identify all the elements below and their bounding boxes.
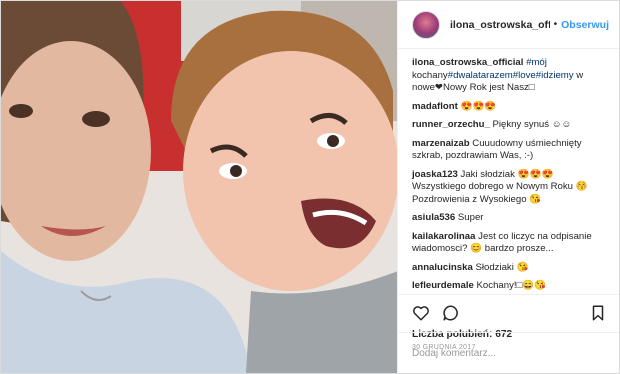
photo-illustration: [1, 1, 397, 373]
comment-user[interactable]: marzenaizab: [412, 138, 470, 149]
comment-icon[interactable]: [442, 304, 460, 322]
post-photo[interactable]: [1, 1, 397, 373]
caption-text: kochany: [412, 69, 448, 81]
comment-user[interactable]: annalucinska: [412, 262, 473, 273]
avatar[interactable]: [412, 10, 440, 39]
follow-button[interactable]: Obserwuj: [561, 19, 609, 31]
comment: lefleurdemale Kochany!□😄😘: [412, 280, 607, 293]
comment: joaska123 Jaki słodziak 😍😍😍 Wszystkiego …: [412, 169, 607, 207]
comment-user[interactable]: runner_orzechu_: [412, 119, 490, 130]
caption: ilona_ostrowska_official #mój kochany#dw…: [412, 57, 607, 95]
hashtag[interactable]: #love: [513, 70, 536, 81]
instagram-post: ilona_ostrowska_offici • Obserwuj ilona_…: [0, 0, 620, 374]
separator: •: [553, 19, 558, 31]
comment: asiula536 Super: [412, 212, 607, 225]
post-author[interactable]: ilona_ostrowska_offici: [450, 19, 550, 31]
comment-text: 😍😍😍: [460, 100, 497, 112]
comment-user[interactable]: ilona_ostrowska_official: [412, 57, 523, 68]
comment: kailakarolinaa Jest co liczyc na odpisan…: [412, 231, 607, 256]
hashtag[interactable]: #mój: [526, 57, 547, 68]
heart-icon[interactable]: [412, 304, 430, 322]
comment-text: Kochany!□😄😘: [476, 280, 547, 292]
comment: annalucinska Słodziaki 😘: [412, 262, 607, 275]
comment-user[interactable]: joaska123: [412, 169, 458, 180]
add-comment-input[interactable]: Dodaj komentarz...: [398, 332, 619, 373]
hashtag[interactable]: #dwalatarazem: [448, 70, 513, 81]
hashtag[interactable]: #idziemy: [536, 70, 574, 81]
comment: marzenaizab Cuuudowny uśmiechnięty szkra…: [412, 138, 607, 163]
comments-list: ilona_ostrowska_official #mój kochany#dw…: [398, 49, 619, 294]
post-sidebar: ilona_ostrowska_offici • Obserwuj ilona_…: [397, 1, 619, 373]
comment-user[interactable]: lefleurdemale: [412, 280, 474, 291]
comment: runner_orzechu_ Piękny synuś ☺☺: [412, 119, 607, 132]
post-header: ilona_ostrowska_offici • Obserwuj: [398, 1, 619, 50]
bookmark-icon[interactable]: [589, 304, 607, 322]
comment-text: Super: [457, 212, 484, 224]
comment-user[interactable]: madaflont: [412, 101, 458, 112]
comment: madaflont 😍😍😍: [412, 101, 607, 114]
comment-user[interactable]: asiula536: [412, 212, 455, 223]
action-icons: [412, 301, 607, 325]
comment-user[interactable]: kailakarolinaa: [412, 231, 475, 242]
comment-text: Piękny synuś ☺☺: [492, 119, 572, 131]
comment-text: Słodziaki 😘: [475, 261, 529, 273]
